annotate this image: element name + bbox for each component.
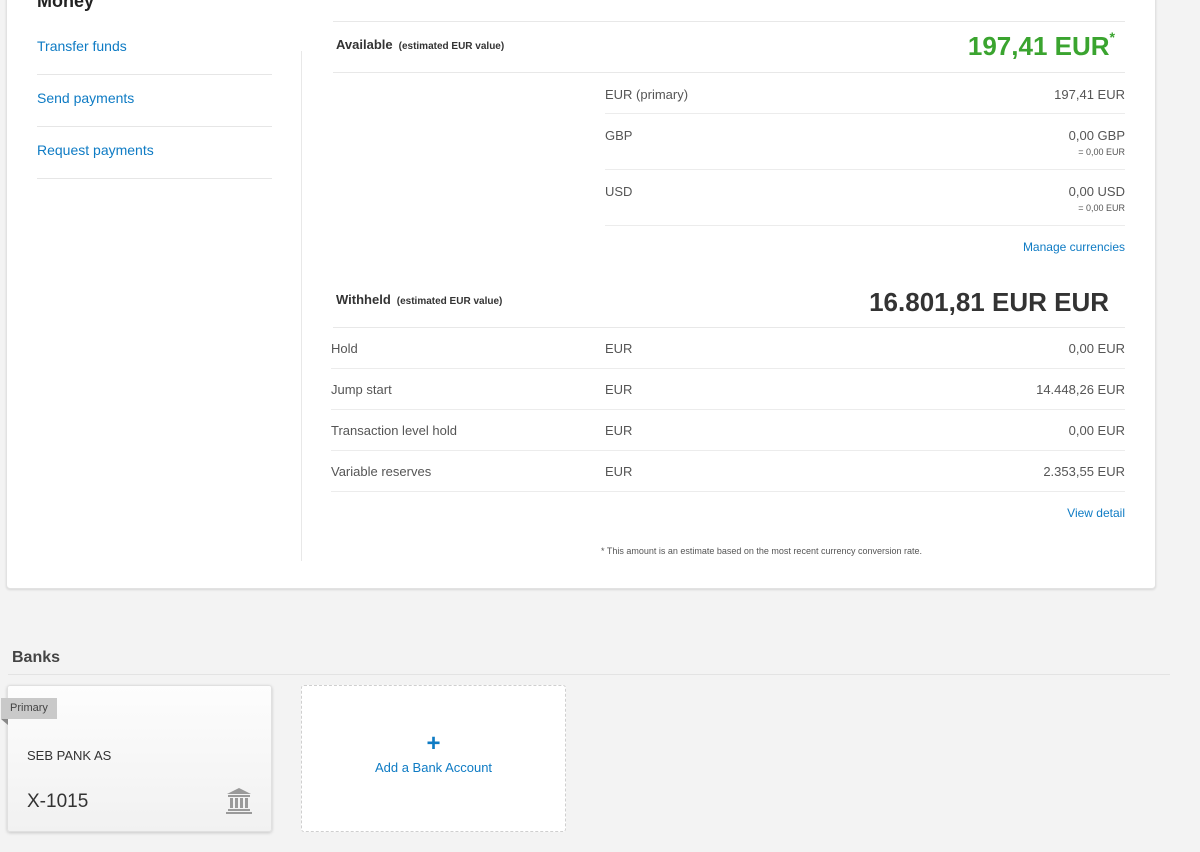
withheld-row: Variable reserves EUR 2.353,55 EUR bbox=[331, 451, 1125, 492]
available-label: Available bbox=[336, 37, 393, 52]
withheld-total: 16.801,81 EUR EUR bbox=[869, 287, 1109, 317]
add-bank-account-card[interactable]: + Add a Bank Account bbox=[301, 685, 566, 832]
money-side-nav: Transfer funds Send payments Request pay… bbox=[37, 23, 272, 179]
withheld-row-value: 14.448,26 EUR bbox=[1036, 382, 1125, 397]
withheld-row-value: 0,00 EUR bbox=[1068, 423, 1125, 438]
withheld-label: Withheld bbox=[336, 292, 391, 307]
send-payments-link[interactable]: Send payments bbox=[37, 75, 272, 127]
bank-icon bbox=[226, 788, 252, 814]
currency-eur-equivalent: = 0,00 EUR bbox=[1078, 147, 1125, 157]
bank-name: SEB PANK AS bbox=[27, 748, 112, 763]
withheld-row-label: Variable reserves bbox=[331, 464, 432, 479]
banks-title: Banks bbox=[12, 649, 61, 666]
withheld-row-label: Transaction level hold bbox=[331, 423, 457, 438]
withheld-row: Transaction level hold EUR 0,00 EUR bbox=[331, 410, 1125, 451]
currency-name: EUR (primary) bbox=[605, 87, 689, 102]
money-card: Money Transfer funds Send payments Reque… bbox=[6, 0, 1156, 589]
manage-currencies-link[interactable]: Manage currencies bbox=[1023, 240, 1125, 254]
transfer-funds-link[interactable]: Transfer funds bbox=[37, 23, 272, 75]
withheld-row-value: 2.353,55 EUR bbox=[1043, 464, 1125, 479]
currency-value: 0,00 USD bbox=[1068, 184, 1125, 199]
currency-row-gbp: GBP 0,00 GBP = 0,00 EUR bbox=[605, 114, 1125, 170]
request-payments-link[interactable]: Request payments bbox=[37, 127, 272, 179]
withheld-note: (estimated EUR value) bbox=[396, 296, 503, 307]
currency-name: USD bbox=[605, 184, 633, 199]
withheld-row-label: Jump start bbox=[331, 382, 392, 397]
withheld-row-currency: EUR bbox=[605, 341, 633, 356]
add-bank-account-label: Add a Bank Account bbox=[374, 760, 493, 775]
primary-badge: Primary bbox=[1, 698, 57, 725]
money-title: Money bbox=[37, 0, 95, 11]
available-total-value: 197,41 EUR bbox=[967, 31, 1110, 61]
bank-card[interactable]: Primary SEB PANK AS X-1015 bbox=[1, 685, 272, 832]
withheld-row-currency: EUR bbox=[605, 464, 633, 479]
withheld-row-currency: EUR bbox=[605, 423, 633, 438]
withheld-row: Hold EUR 0,00 EUR bbox=[331, 328, 1125, 369]
withheld-row-label: Hold bbox=[331, 341, 358, 356]
available-heading: Available (estimated EUR value) bbox=[336, 37, 504, 52]
bank-account-number: X-1015 bbox=[27, 791, 89, 812]
plus-icon: + bbox=[426, 730, 441, 757]
currency-value: 0,00 GBP bbox=[1068, 128, 1125, 143]
withheld-row-value: 0,00 EUR bbox=[1068, 341, 1125, 356]
withheld-heading: Withheld (estimated EUR value) bbox=[336, 292, 502, 307]
available-note: (estimated EUR value) bbox=[398, 41, 505, 52]
withheld-row: Jump start EUR 14.448,26 EUR bbox=[331, 369, 1125, 410]
currency-eur-equivalent: = 0,00 EUR bbox=[1078, 203, 1125, 213]
currency-row-eur: EUR (primary) 197,41 EUR bbox=[605, 73, 1125, 114]
estimate-marker: * bbox=[1109, 29, 1115, 45]
currency-row-usd: USD 0,00 USD = 0,00 EUR bbox=[605, 170, 1125, 226]
view-detail-link[interactable]: View detail bbox=[1067, 506, 1125, 520]
divider bbox=[8, 674, 1170, 675]
vertical-divider bbox=[301, 51, 302, 561]
withheld-row-currency: EUR bbox=[605, 382, 633, 397]
divider bbox=[333, 21, 1125, 22]
estimate-footnote: * This amount is an estimate based on th… bbox=[601, 546, 922, 556]
available-total: 197,41 EUR* bbox=[967, 29, 1115, 62]
currency-name: GBP bbox=[605, 128, 633, 143]
currency-value: 197,41 EUR bbox=[1054, 87, 1125, 102]
